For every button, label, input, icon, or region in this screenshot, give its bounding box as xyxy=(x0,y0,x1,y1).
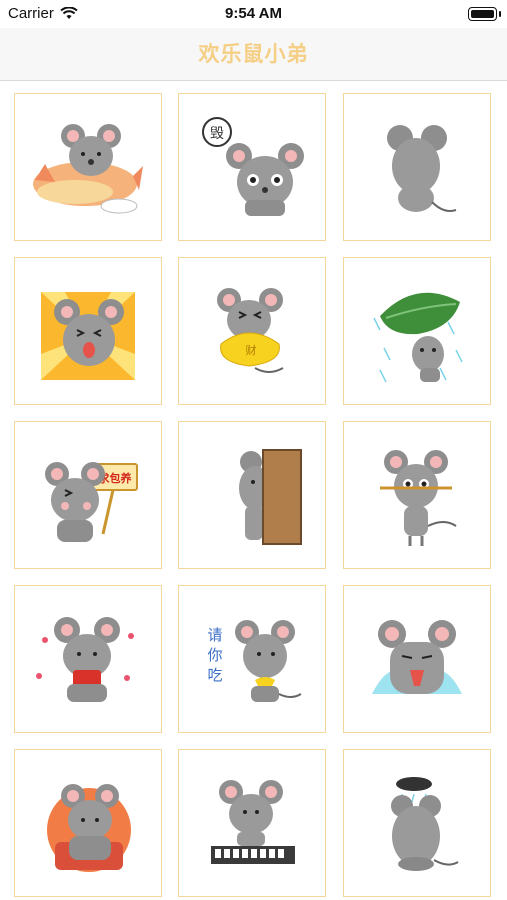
mouse-gold-ingot-icon: 财 xyxy=(217,288,284,373)
mouse-holding-sign-icon: 求包养 xyxy=(45,462,138,542)
sticker-cell[interactable] xyxy=(178,421,326,569)
clock: 9:54 AM xyxy=(225,5,282,22)
sticker-cell[interactable] xyxy=(343,257,491,405)
mouse-playing-piano-icon xyxy=(211,780,295,864)
sticker-cell[interactable] xyxy=(14,749,162,897)
side-text-3: 吃 xyxy=(207,666,222,684)
sticker-cell[interactable] xyxy=(343,93,491,241)
status-bar: Carrier 9:54 AM xyxy=(0,0,507,28)
sticker-cell[interactable]: 请 你 吃 xyxy=(178,585,326,733)
sticker-cell[interactable] xyxy=(343,585,491,733)
sticker-cell[interactable] xyxy=(343,749,491,897)
sticker-cell[interactable] xyxy=(178,749,326,897)
sticker-cell[interactable]: 财 xyxy=(178,257,326,405)
mouse-sunburst-laughing-icon xyxy=(41,292,135,380)
mouse-back-view-icon xyxy=(387,125,457,212)
side-text-2: 你 xyxy=(207,646,222,664)
sticker-cell[interactable]: 求包养 xyxy=(14,421,162,569)
sticker-cell[interactable] xyxy=(14,93,162,241)
mouse-peeking-door-icon xyxy=(239,449,302,545)
battery-icon xyxy=(468,7,501,21)
sticker-cell[interactable]: 毁 xyxy=(178,93,326,241)
mouse-riding-plane-icon xyxy=(33,124,143,214)
mouse-please-eat-icon: 请 你 吃 xyxy=(207,620,302,702)
mouse-leaf-umbrella-rain-icon xyxy=(373,292,463,383)
sticker-cell[interactable] xyxy=(14,585,162,733)
mouse-orange-circle-icon xyxy=(47,784,131,872)
sticker-cell[interactable] xyxy=(343,421,491,569)
bubble-text: 毁 xyxy=(210,126,224,142)
mouse-crying-icon xyxy=(372,620,462,694)
page-title: 欢乐鼠小弟 xyxy=(198,43,309,66)
mouse-holding-stick-icon xyxy=(380,450,457,546)
mouse-rain-cloud-icon xyxy=(391,777,459,871)
ingot-text: 财 xyxy=(246,343,257,357)
sticker-cell[interactable] xyxy=(14,257,162,405)
mouse-speech-bubble-icon: 毁 xyxy=(202,117,304,216)
mouse-red-envelope-hearts-icon xyxy=(36,617,134,702)
navigation-bar: 欢乐鼠小弟 xyxy=(0,28,507,81)
side-text-1: 请 xyxy=(207,626,222,644)
